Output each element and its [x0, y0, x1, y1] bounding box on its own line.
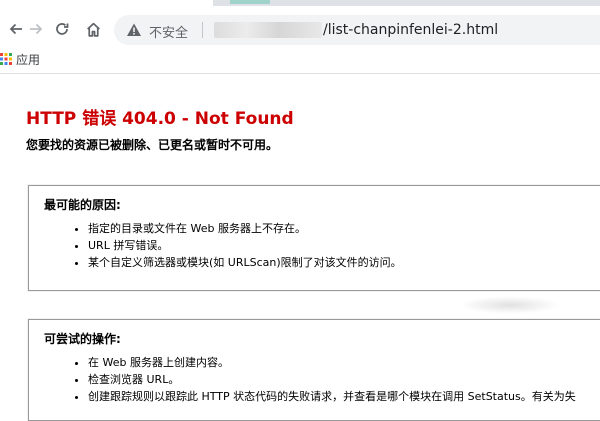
things-to-try-heading: 可尝试的操作:: [44, 332, 121, 346]
arrow-right-icon: [30, 23, 43, 35]
likely-causes-heading: 最可能的原因:: [44, 198, 121, 212]
arrow-left-icon: [9, 23, 22, 35]
redacted-domain: [214, 22, 322, 38]
list-item: 指定的目录或文件在 Web 服务器上不存在。: [88, 220, 402, 237]
address-bar[interactable]: 不安全 /list-chanpinfenlei-2.html: [114, 15, 600, 45]
reload-button[interactable]: [52, 20, 72, 38]
likely-causes-list: 指定的目录或文件在 Web 服务器上不存在。 URL 拼写错误。 某个自定义筛选…: [74, 220, 402, 271]
back-button[interactable]: [6, 20, 26, 38]
error-subtitle: 您要找的资源已被删除、已更名或暂时不可用。: [26, 138, 279, 152]
url-text[interactable]: /list-chanpinfenlei-2.html: [323, 22, 498, 38]
bookmarks-bar: 应用: [0, 46, 600, 74]
tab-accent: [230, 0, 270, 4]
things-to-try-list: 在 Web 服务器上创建内容。 检查浏览器 URL。 创建跟踪规则以跟踪此 HT…: [74, 354, 576, 405]
url-separator: [202, 22, 203, 38]
list-item: 检查浏览器 URL。: [88, 371, 576, 388]
warning-icon[interactable]: [126, 22, 142, 38]
watermark: [460, 296, 560, 314]
browser-toolbar: 不安全 /list-chanpinfenlei-2.html: [0, 6, 600, 46]
forward-button[interactable]: [26, 20, 46, 38]
apps-grid-icon[interactable]: [0, 53, 12, 65]
things-to-try-box: 可尝试的操作: 在 Web 服务器上创建内容。 检查浏览器 URL。 创建跟踪规…: [28, 319, 600, 421]
list-item: 在 Web 服务器上创建内容。: [88, 354, 576, 371]
home-button[interactable]: [83, 20, 103, 38]
security-status[interactable]: 不安全: [149, 22, 188, 41]
list-item: 创建跟踪规则以跟踪此 HTTP 状态代码的失败请求，并查看是哪个模块在调用 Se…: [88, 388, 576, 405]
home-icon: [86, 22, 100, 37]
reload-icon: [56, 23, 69, 35]
likely-causes-box: 最可能的原因: 指定的目录或文件在 Web 服务器上不存在。 URL 拼写错误。…: [28, 185, 600, 291]
list-item: URL 拼写错误。: [88, 237, 402, 254]
apps-bookmark[interactable]: 应用: [16, 51, 40, 68]
list-item: 某个自定义筛选器或模块(如 URLScan)限制了对该文件的访问。: [88, 254, 402, 271]
error-title: HTTP 错误 404.0 - Not Found: [26, 109, 294, 129]
